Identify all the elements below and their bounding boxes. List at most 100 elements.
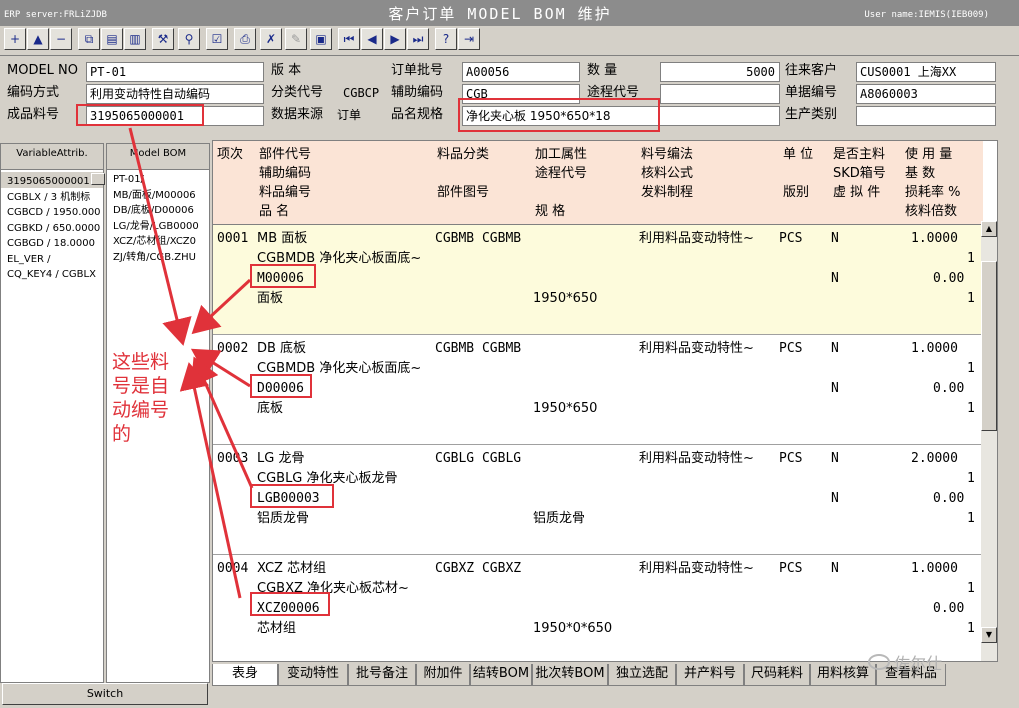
table-row[interactable]: 0002 DB 底板 CGBMB CGBMB 利用料品变动特性~ PCS N 1.0000 C… (213, 335, 983, 445)
spellcheck-icon[interactable]: ✗ (260, 28, 282, 50)
switch-button[interactable]: Switch (2, 683, 208, 705)
tab-4[interactable]: 附加件 (416, 664, 470, 686)
row-loss-rate[interactable]: 0.00 (933, 269, 964, 289)
model-bom-item[interactable]: MB/面板/M00006 (107, 188, 209, 204)
row-seq[interactable]: 0003 (217, 449, 248, 469)
first-record-icon[interactable]: ⏮ (338, 28, 360, 50)
row-coding-method[interactable]: 利用料品变动特性~ (639, 559, 754, 579)
clipboard-icon[interactable]: ▥ (124, 28, 146, 50)
row-base-qty[interactable]: 1 (967, 359, 975, 379)
help-icon[interactable]: ? (435, 28, 457, 50)
row-usage[interactable]: 1.0000 (911, 229, 958, 249)
production-type-field[interactable] (856, 106, 996, 126)
last-record-icon[interactable]: ⏭ (407, 28, 429, 50)
row-is-main[interactable]: N (831, 449, 839, 469)
tab-2[interactable]: 变动特性 (278, 664, 348, 686)
row-category[interactable]: CGBLG CGBLG (435, 449, 521, 469)
tab-9[interactable]: 尺码耗料 (744, 664, 810, 686)
exit-icon[interactable]: ⇥ (458, 28, 480, 50)
row-spec[interactable]: 铝质龙骨 (533, 509, 585, 529)
row-seq[interactable]: 0002 (217, 339, 248, 359)
doc-no-field[interactable]: A8060003 (856, 84, 996, 104)
next-record-icon[interactable]: ▶ (384, 28, 406, 50)
variable-attrib-item[interactable]: 3195065000001 (1, 174, 103, 190)
row-check-multiple[interactable]: 1 (967, 399, 975, 419)
variable-attrib-item[interactable]: CGBLX / 3 机制标 (1, 190, 103, 206)
row-is-main[interactable]: N (831, 339, 839, 359)
tab-10[interactable]: 用料核算 (810, 664, 876, 686)
order-batch-field[interactable]: A00056 (462, 62, 580, 82)
row-usage[interactable]: 1.0000 (911, 339, 958, 359)
print-icon[interactable]: ⎙ (234, 28, 256, 50)
row-unit[interactable]: PCS (779, 559, 802, 579)
tab-1[interactable]: 表身 (212, 664, 278, 686)
quantity-field[interactable]: 5000 (660, 62, 780, 82)
row-coding-method[interactable]: 利用料品变动特性~ (639, 229, 754, 249)
row-category[interactable]: CGBXZ CGBXZ (435, 559, 521, 579)
scroll-up-icon[interactable]: ▲ (981, 221, 997, 237)
tab-7[interactable]: 独立选配 (608, 664, 676, 686)
variable-attrib-item[interactable]: CGBKD / 650.0000 (1, 221, 103, 237)
row-part[interactable]: MB 面板 (257, 229, 307, 249)
model-bom-item[interactable]: XCZ/芯材组/XCZ0 (107, 234, 209, 250)
row-unit[interactable]: PCS (779, 339, 802, 359)
previous-record-icon[interactable]: ◀ (361, 28, 383, 50)
model-no-field[interactable]: PT-01 (86, 62, 264, 82)
row-phantom[interactable]: N (831, 379, 839, 399)
model-bom-item[interactable]: DB/底板/D00006 (107, 203, 209, 219)
variable-attrib-item[interactable]: CGBCD / 1950.000 (1, 205, 103, 221)
row-usage[interactable]: 2.0000 (911, 449, 958, 469)
row-check-multiple[interactable]: 1 (967, 619, 975, 639)
variable-attrib-header[interactable]: VariableAttrib. (1, 144, 103, 170)
variable-attrib-panel[interactable]: VariableAttrib. 3195065000001 CGBLX / 3 机… (0, 143, 105, 683)
row-item-name[interactable]: 底板 (257, 399, 283, 419)
delete-icon[interactable]: − (50, 28, 72, 50)
row-coding-method[interactable]: 利用料品变动特性~ (639, 449, 754, 469)
row-check-multiple[interactable]: 1 (967, 289, 975, 309)
row-seq[interactable]: 0001 (217, 229, 248, 249)
model-bom-header[interactable]: Model BOM (107, 144, 209, 170)
tab-6[interactable]: 批次转BOM (532, 664, 608, 686)
scroll-thumb[interactable] (981, 261, 997, 431)
tab-5[interactable]: 结转BOM (470, 664, 532, 686)
search-icon[interactable]: ⚲ (178, 28, 200, 50)
add-icon[interactable]: + (4, 28, 26, 50)
category-code-field[interactable]: CGBCP (340, 84, 386, 104)
tools-icon[interactable]: ✎ (285, 28, 307, 50)
row-coding-method[interactable]: 利用料品变动特性~ (639, 339, 754, 359)
row-phantom[interactable]: N (831, 269, 839, 289)
model-bom-item[interactable]: LG/龙骨/LGB0000 (107, 219, 209, 235)
insert-icon[interactable]: ▲ (27, 28, 49, 50)
tab-3[interactable]: 批号备注 (348, 664, 416, 686)
row-base-qty[interactable]: 1 (967, 579, 975, 599)
variable-attrib-item[interactable]: EL_VER / (1, 252, 103, 268)
variable-attrib-item[interactable]: CQ_KEY4 / CGBLX (1, 267, 103, 283)
row-phantom[interactable]: N (831, 489, 839, 509)
data-source-field[interactable]: 订单 (334, 106, 386, 126)
row-item-name[interactable]: 面板 (257, 289, 283, 309)
row-is-main[interactable]: N (831, 559, 839, 579)
row-loss-rate[interactable]: 0.00 (933, 379, 964, 399)
check-icon[interactable]: ☑ (206, 28, 228, 50)
row-category[interactable]: CGBMB CGBMB (435, 229, 521, 249)
paste-icon[interactable]: ▤ (101, 28, 123, 50)
row-item-name[interactable]: 铝质龙骨 (257, 509, 309, 529)
row-spec[interactable]: 1950*0*650 (533, 619, 612, 639)
row-is-main[interactable]: N (831, 229, 839, 249)
row-spec[interactable]: 1950*650 (533, 289, 597, 309)
copy-icon[interactable]: ⧉ (78, 28, 100, 50)
row-check-multiple[interactable]: 1 (967, 509, 975, 529)
row-spec[interactable]: 1950*650 (533, 399, 597, 419)
table-row[interactable]: 0001 MB 面板 CGBMB CGBMB 利用料品变动特性~ PCS N 1.0000 C… (213, 225, 983, 335)
variable-attrib-item[interactable]: CGBGD / 18.0000 (1, 236, 103, 252)
scroll-down-icon[interactable]: ▼ (981, 627, 997, 643)
model-bom-item[interactable]: PT-01/ (107, 172, 209, 188)
row-part[interactable]: LG 龙骨 (257, 449, 304, 469)
row-usage[interactable]: 1.0000 (911, 559, 958, 579)
tab-8[interactable]: 并产料号 (676, 664, 744, 686)
model-bom-item[interactable]: ZJ/转角/CGB.ZHU (107, 250, 209, 266)
row-part[interactable]: DB 底板 (257, 339, 306, 359)
row-item-name[interactable]: 芯材组 (257, 619, 296, 639)
customer-field[interactable]: CUS0001 上海XX (856, 62, 996, 82)
grid-vertical-scrollbar[interactable]: ▲ ▼ (981, 221, 997, 661)
